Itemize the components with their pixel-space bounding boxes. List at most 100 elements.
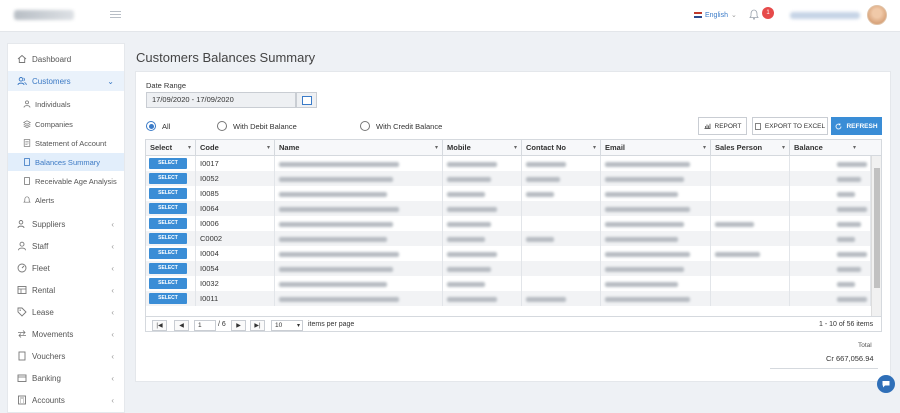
- column-header-balance[interactable]: Balance ▾: [790, 140, 881, 156]
- table-row[interactable]: SELECT I0017: [146, 156, 871, 171]
- redacted-text: [837, 236, 855, 242]
- chat-button[interactable]: [877, 375, 895, 393]
- redacted-text: [526, 236, 554, 242]
- sidebar-item-rental[interactable]: Rental ‹: [8, 280, 124, 300]
- select-row-button[interactable]: SELECT: [149, 173, 187, 184]
- sidebar-subitem-label: Alerts: [35, 195, 55, 205]
- sidebar-subitem-receivable-age-analysis[interactable]: Receivable Age Analysis: [8, 172, 124, 190]
- page-number-input[interactable]: 1: [194, 320, 216, 331]
- sidebar-item-label: Fleet: [32, 263, 50, 273]
- table-cell: SELECT: [146, 246, 196, 261]
- avatar[interactable]: [867, 5, 887, 25]
- redacted-text: [279, 206, 399, 212]
- select-row-button[interactable]: SELECT: [149, 188, 187, 199]
- sidebar-item-lease[interactable]: Lease ‹: [8, 302, 124, 322]
- select-row-button[interactable]: SELECT: [149, 293, 187, 304]
- grid-scrollbar[interactable]: [871, 156, 881, 316]
- sidebar-subitem-balances-summary[interactable]: Balances Summary: [8, 153, 124, 171]
- column-menu-icon[interactable]: ▾: [267, 140, 270, 156]
- select-row-button[interactable]: SELECT: [149, 248, 187, 259]
- last-page-button[interactable]: ▶|: [250, 320, 265, 331]
- column-menu-icon[interactable]: ▾: [435, 140, 438, 156]
- table-cell: [443, 246, 522, 261]
- table-cell: [790, 201, 871, 216]
- radio-credit-balance[interactable]: With Credit Balance: [360, 121, 442, 131]
- user-name[interactable]: [790, 12, 860, 19]
- app-logo[interactable]: [14, 10, 74, 20]
- table-cell: [522, 261, 601, 276]
- column-menu-icon[interactable]: ▾: [853, 140, 856, 156]
- sidebar-item-movements[interactable]: Movements ‹: [8, 324, 124, 344]
- sidebar-item-fleet[interactable]: Fleet ‹: [8, 258, 124, 278]
- table-cell: [601, 216, 711, 231]
- column-header-email[interactable]: Email ▾: [601, 140, 711, 156]
- column-menu-icon[interactable]: ▾: [514, 140, 517, 156]
- column-menu-icon[interactable]: ▾: [782, 140, 785, 156]
- table-row[interactable]: SELECT I0054: [146, 261, 871, 276]
- column-menu-icon[interactable]: ▾: [188, 140, 191, 156]
- table-row[interactable]: SELECT I0032: [146, 276, 871, 291]
- prev-page-button[interactable]: ◀: [174, 320, 189, 331]
- column-header-select[interactable]: Select ▾: [146, 140, 196, 156]
- table-cell: [275, 171, 443, 186]
- select-row-button[interactable]: SELECT: [149, 263, 187, 274]
- radio-debit-balance[interactable]: With Debit Balance: [217, 121, 297, 131]
- flag-icon: [694, 12, 702, 18]
- table-row[interactable]: SELECT I0011: [146, 291, 871, 306]
- redacted-text: [715, 251, 760, 257]
- sidebar-item-staff[interactable]: Staff ‹: [8, 236, 124, 256]
- notification-badge: 1: [762, 7, 774, 19]
- table-cell: [711, 216, 790, 231]
- column-menu-icon[interactable]: ▾: [593, 140, 596, 156]
- report-button[interactable]: REPORT: [698, 117, 747, 135]
- sidebar-item-dashboard[interactable]: Dashboard: [8, 49, 124, 69]
- table-icon: [17, 285, 27, 295]
- sidebar-subitem-statement-of-account[interactable]: Statement of Account: [8, 134, 124, 152]
- sidebar-subitem-individuals[interactable]: Individuals: [8, 95, 124, 113]
- column-header-mobile[interactable]: Mobile ▾: [443, 140, 522, 156]
- table-cell: [790, 276, 871, 291]
- column-header-code[interactable]: Code ▾: [196, 140, 275, 156]
- redacted-text: [279, 251, 399, 257]
- sidebar-item-accounts[interactable]: Accounts ‹: [8, 390, 124, 410]
- table-row[interactable]: SELECT I0085: [146, 186, 871, 201]
- sidebar-subitem-alerts[interactable]: Alerts: [8, 191, 124, 209]
- select-row-button[interactable]: SELECT: [149, 203, 187, 214]
- sidebar-item-customers[interactable]: Customers ⌄: [8, 71, 124, 91]
- table-row[interactable]: SELECT C0002: [146, 231, 871, 246]
- table-row[interactable]: SELECT I0006: [146, 216, 871, 231]
- first-page-button[interactable]: |◀: [152, 320, 167, 331]
- redacted-text: [605, 206, 690, 212]
- scrollbar-thumb[interactable]: [874, 168, 880, 288]
- refresh-button[interactable]: REFRESH: [831, 117, 882, 135]
- select-row-button[interactable]: SELECT: [149, 218, 187, 229]
- column-header-name[interactable]: Name ▾: [275, 140, 443, 156]
- page-size-select[interactable]: 10 ▾: [271, 320, 303, 331]
- date-range-input[interactable]: 17/09/2020 - 17/09/2020: [146, 92, 296, 108]
- table-row[interactable]: SELECT I0052: [146, 171, 871, 186]
- menu-toggle-icon[interactable]: [110, 11, 121, 19]
- date-picker-button[interactable]: [296, 92, 317, 108]
- bell-icon: [23, 196, 31, 204]
- sidebar-subitem-companies[interactable]: Companies: [8, 115, 124, 133]
- column-menu-icon[interactable]: ▾: [703, 140, 706, 156]
- export-excel-button[interactable]: EXPORT TO EXCEL: [752, 117, 828, 135]
- sidebar-item-vouchers[interactable]: Vouchers ‹: [8, 346, 124, 366]
- column-header-contact-no[interactable]: Contact No ▾: [522, 140, 601, 156]
- table-row[interactable]: SELECT I0004: [146, 246, 871, 261]
- redacted-text: [447, 221, 491, 227]
- column-header-sales-person[interactable]: Sales Person ▾: [711, 140, 790, 156]
- table-cell: [711, 186, 790, 201]
- language-selector[interactable]: English ⌄: [694, 11, 737, 19]
- select-row-button[interactable]: SELECT: [149, 158, 187, 169]
- table-row[interactable]: SELECT I0064: [146, 201, 871, 216]
- notification-bell-icon[interactable]: [749, 9, 759, 20]
- sidebar-item-banking[interactable]: Banking ‹: [8, 368, 124, 388]
- sidebar-item-suppliers[interactable]: Suppliers ‹: [8, 214, 124, 234]
- table-cell: [601, 201, 711, 216]
- next-page-button[interactable]: ▶: [231, 320, 246, 331]
- table-cell: SELECT: [146, 231, 196, 246]
- select-row-button[interactable]: SELECT: [149, 278, 187, 289]
- radio-all[interactable]: All: [146, 121, 170, 131]
- select-row-button[interactable]: SELECT: [149, 233, 187, 244]
